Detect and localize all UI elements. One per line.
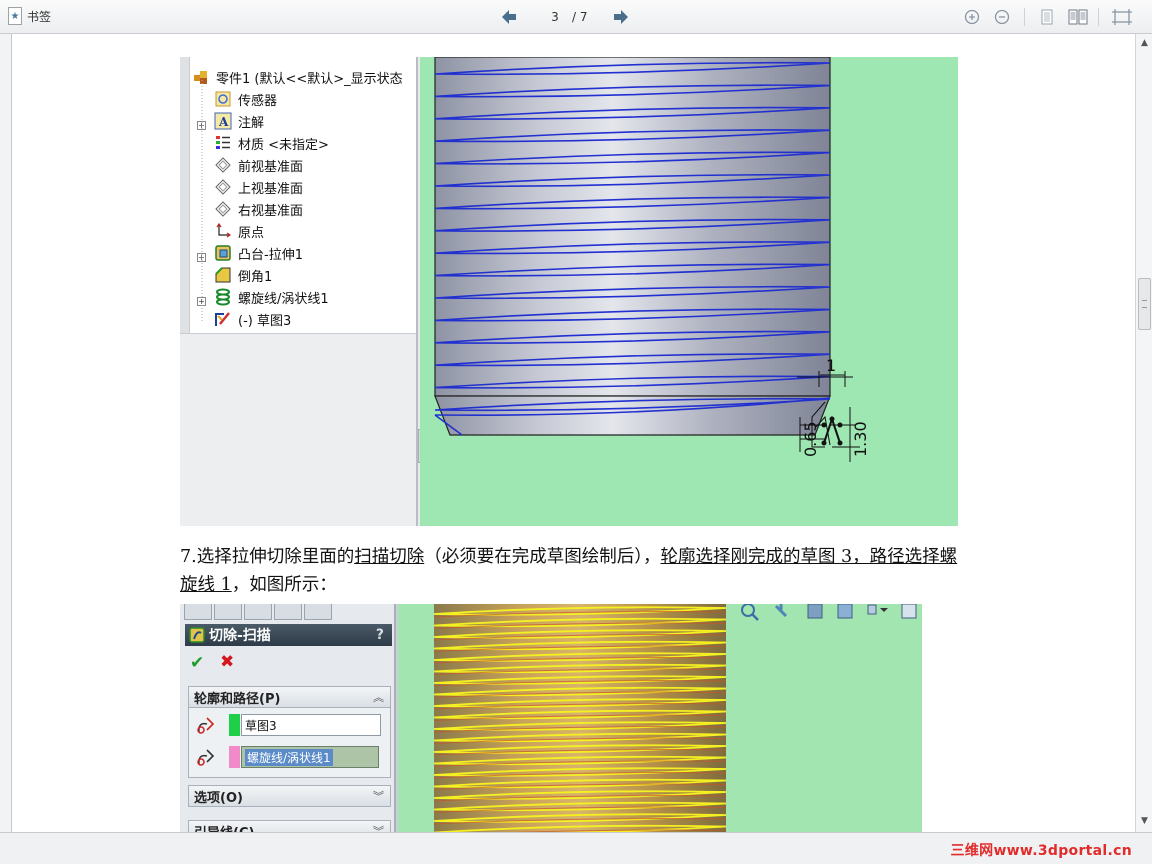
config-tab[interactable]: [244, 604, 272, 620]
options-group[interactable]: 选项(O) ︾: [188, 785, 391, 807]
previous-page-icon[interactable]: [500, 8, 518, 26]
tree-item-label: 传感器: [238, 93, 278, 109]
tree-item-label: 上视基准面: [238, 181, 304, 197]
ok-check-icon[interactable]: ✔: [190, 653, 204, 673]
tree-item-part[interactable]: 零件1 (默认<<默认>_显示状态: [192, 67, 403, 87]
bookmark-tab[interactable]: ★ 书签: [8, 5, 51, 27]
tree-item-label: 零件1 (默认<<默认>_显示状态: [216, 71, 403, 87]
figure-feature-tree-and-helix: 零件1 (默认<<默认>_显示状态 传感器 + A 注解 材质 <未指定> 前视…: [180, 57, 958, 526]
expand-chevron-icon[interactable]: ︾: [373, 823, 384, 832]
cad-graphics-area[interactable]: 1 0.65 1.30: [420, 57, 958, 526]
guide-curves-group[interactable]: 引导线(C) ︾: [188, 820, 391, 832]
cancel-x-icon[interactable]: ✖: [220, 652, 234, 672]
bookmark-star-icon: ★: [8, 7, 22, 25]
tree-item-label: 凸台-拉伸1: [238, 247, 303, 263]
profile-and-path-body: 草图3 螺旋线/涡状线1: [188, 708, 391, 778]
tree-item-sketch3[interactable]: (-) 草图3: [214, 309, 291, 329]
bookmark-label: 书签: [27, 9, 52, 24]
tree-item-label: 原点: [238, 225, 265, 241]
tree-item-label: 右视基准面: [238, 203, 304, 219]
tree-item-right-plane[interactable]: 右视基准面: [214, 199, 303, 219]
tree-item-helix[interactable]: 螺旋线/涡状线1: [214, 287, 329, 307]
profile-icon: [197, 717, 215, 734]
tree-item-label: (-) 草图3: [238, 313, 292, 329]
profile-color-swatch: [229, 714, 240, 736]
helix-thread-model: 1 0.65 1.30: [434, 57, 870, 462]
cad-graphics-area-2[interactable]: [398, 604, 922, 832]
para-text-2: （必须要在完成草图绘制后），: [424, 547, 661, 567]
cut-sweep-icon: [189, 627, 205, 643]
profile-field[interactable]: 草图3: [241, 714, 381, 736]
para-text-1: 7.选择拉伸切除里面的: [180, 547, 355, 567]
help-icon[interactable]: ?: [376, 627, 384, 643]
dimension-left: 0.65: [801, 421, 820, 457]
dimension-right: 1.30: [851, 421, 870, 457]
sweep-cut-link: 扫描切除: [354, 547, 425, 567]
tree-item-annotations[interactable]: A 注解: [214, 111, 264, 131]
two-page-icon[interactable]: [1066, 7, 1090, 27]
tree-item-label: 前视基准面: [238, 159, 304, 175]
expand-chevron-icon[interactable]: ︾: [373, 788, 384, 804]
tree-item-label: 螺旋线/涡状线1: [238, 291, 329, 307]
left-panel-edge[interactable]: [0, 34, 12, 832]
panel-title: 切除-扫描: [209, 628, 271, 644]
vertical-scrollbar[interactable]: ▲ ▼: [1135, 34, 1152, 832]
sweep-preview-model: [433, 604, 917, 832]
panel-tabs: [184, 604, 332, 620]
dimxpert-tab[interactable]: [274, 604, 302, 620]
page-navigation: 3 / 7: [500, 6, 630, 28]
property-manager-panel: 切除-扫描 ? ✔ ✖ 轮廓和路径(P) ︽ 草图3 螺旋线/涡状线1 选项(O…: [180, 604, 396, 832]
tree-item-front-plane[interactable]: 前视基准面: [214, 155, 303, 175]
property-tab[interactable]: [214, 604, 242, 620]
fullscreen-icon[interactable]: [1110, 7, 1134, 27]
tree-item-material[interactable]: 材质 <未指定>: [214, 133, 329, 153]
figure-cut-sweep-panel: 切除-扫描 ? ✔ ✖ 轮廓和路径(P) ︽ 草图3 螺旋线/涡状线1 选项(O…: [180, 604, 922, 832]
tree-item-label: 注解: [238, 115, 265, 131]
tree-item-label: 材质 <未指定>: [238, 137, 329, 153]
instruction-paragraph: 7.选择拉伸切除里面的扫描切除（必须要在完成草图绘制后），轮廓选择刚完成的草图 …: [180, 543, 960, 599]
watermark-text: 三维网www.3dportal.cn: [950, 843, 1132, 859]
tree-connector-lines: [201, 77, 203, 321]
group-label: 引导线(C): [194, 822, 254, 833]
group-label: 轮廓和路径(P): [194, 691, 281, 707]
feature-manager-tree: 零件1 (默认<<默认>_显示状态 传感器 + A 注解 材质 <未指定> 前视…: [180, 57, 418, 526]
next-page-icon[interactable]: [612, 8, 630, 26]
tree-item-sensors[interactable]: 传感器: [214, 89, 277, 109]
cut-sweep-title-bar: 切除-扫描 ?: [185, 624, 392, 646]
tree-item-chamfer[interactable]: 倒角1: [214, 265, 272, 285]
tree-item-label: 倒角1: [238, 269, 273, 285]
tree-item-origin[interactable]: 原点: [214, 221, 264, 241]
collapse-chevron-icon[interactable]: ︽: [373, 689, 384, 705]
para-text-3: ，如图所示：: [231, 575, 337, 595]
zoom-in-icon[interactable]: [962, 7, 982, 27]
page-total: / 7: [572, 10, 588, 24]
feature-tree-tab[interactable]: [184, 604, 212, 620]
tree-item-boss-extrude[interactable]: 凸台-拉伸1: [214, 243, 303, 263]
current-page-field[interactable]: 3: [538, 7, 572, 27]
path-icon: [197, 749, 215, 766]
path-field[interactable]: 螺旋线/涡状线1: [241, 746, 379, 768]
scroll-down-icon[interactable]: ▼: [1137, 814, 1152, 829]
tree-empty-area: [180, 333, 416, 526]
dimension-top: 1: [826, 356, 836, 375]
scroll-thumb[interactable]: [1138, 278, 1151, 330]
display-tab[interactable]: [304, 604, 332, 620]
zoom-out-icon[interactable]: [992, 7, 1012, 27]
single-page-icon[interactable]: [1037, 7, 1057, 27]
top-toolbar: ★ 书签 3 / 7: [0, 0, 1152, 34]
profile-and-path-group[interactable]: 轮廓和路径(P) ︽: [188, 686, 391, 708]
tree-item-top-plane[interactable]: 上视基准面: [214, 177, 303, 197]
view-toolbar-icons: [741, 604, 917, 621]
group-label: 选项(O): [194, 790, 243, 806]
scroll-up-icon[interactable]: ▲: [1137, 36, 1152, 51]
path-field-value: 螺旋线/涡状线1: [245, 748, 333, 766]
path-color-swatch: [229, 746, 240, 768]
